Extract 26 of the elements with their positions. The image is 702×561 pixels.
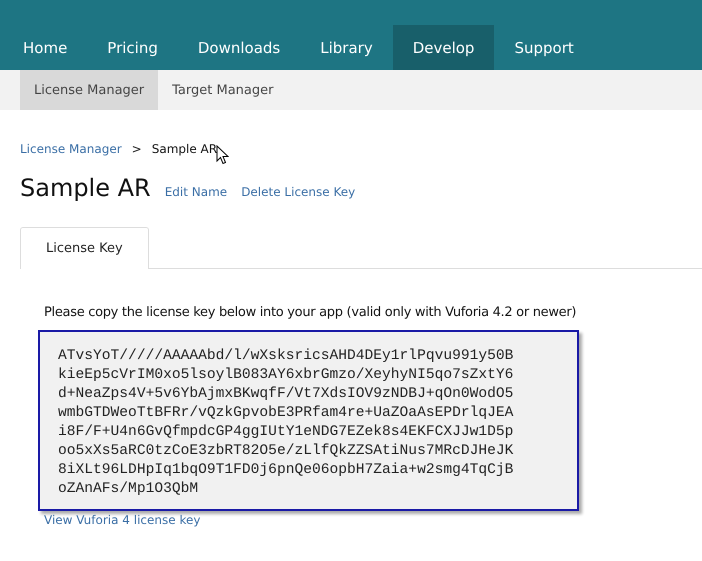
license-key-tab[interactable]: License Key	[20, 227, 149, 269]
license-key-line: 8iXLt96LDHpIq1bqO9T1FD0j6pnQe06opbH7Zaia+w2smg4TqCjB	[58, 461, 514, 480]
action-link[interactable]: Delete License Key	[241, 185, 356, 199]
nav-tab[interactable]: Downloads	[178, 25, 300, 70]
page-title: Sample AR	[20, 174, 151, 202]
action-link[interactable]: Edit Name	[164, 185, 228, 199]
license-key-line: ATvsYoT/////AAAAAbd/l/wXsksricsAHD4DEy1rlPqvu991y50B	[58, 347, 514, 366]
nav-tab[interactable]: Home	[3, 25, 88, 70]
breadcrumb-link[interactable]: License Manager	[20, 142, 122, 156]
license-key-line: i8F/F+U4n6GvQfmpdcGP4ggIUtY1eNDG7EZek8s4EKFCXJJw1D5p	[58, 423, 514, 442]
breadcrumb-current: Sample AR	[152, 142, 218, 156]
license-key-line: d+NeaZps4V+5v6YbAjmxBKwqfF/Vt7XdsIOV9zNDBJ+qOn0WodO5	[58, 385, 514, 404]
license-key-line: oZAnAFs/Mp1O3QbM	[58, 480, 200, 499]
view-license-key-link[interactable]: View Vuforia 4 license key	[44, 513, 702, 527]
subnav-tab[interactable]: Target Manager	[158, 70, 288, 110]
nav-tab[interactable]: Pricing	[87, 25, 178, 70]
nav-tab[interactable]: Develop	[392, 25, 494, 70]
nav-tab[interactable]: Support	[494, 25, 594, 70]
license-key-line: oo5xXs5aRC0tzCoE3zbRT82O5e/zLlfQkZZSAtiNus7MRcDJHeJK	[58, 442, 514, 461]
license-key-line: wmbGTDWeoTtBFRr/vQzkGpvobE3PRfam4re+UaZOaAsEPDrlqJEA	[58, 404, 514, 423]
mouse-pointer-icon	[216, 145, 230, 165]
breadcrumb-separator: >	[132, 142, 142, 156]
instruction-text: Please copy the license key below into your app (valid only with Vuforia 4.2 or newer)	[44, 305, 578, 320]
license-key-line: kieEp5cVrIM0xo5lsoylB083AY6xbrGmzo/XeyhyNI5qo7sZxtY6	[58, 366, 514, 385]
subnav-tab[interactable]: License Manager	[20, 70, 158, 110]
nav-tab[interactable]: Library	[300, 25, 393, 70]
